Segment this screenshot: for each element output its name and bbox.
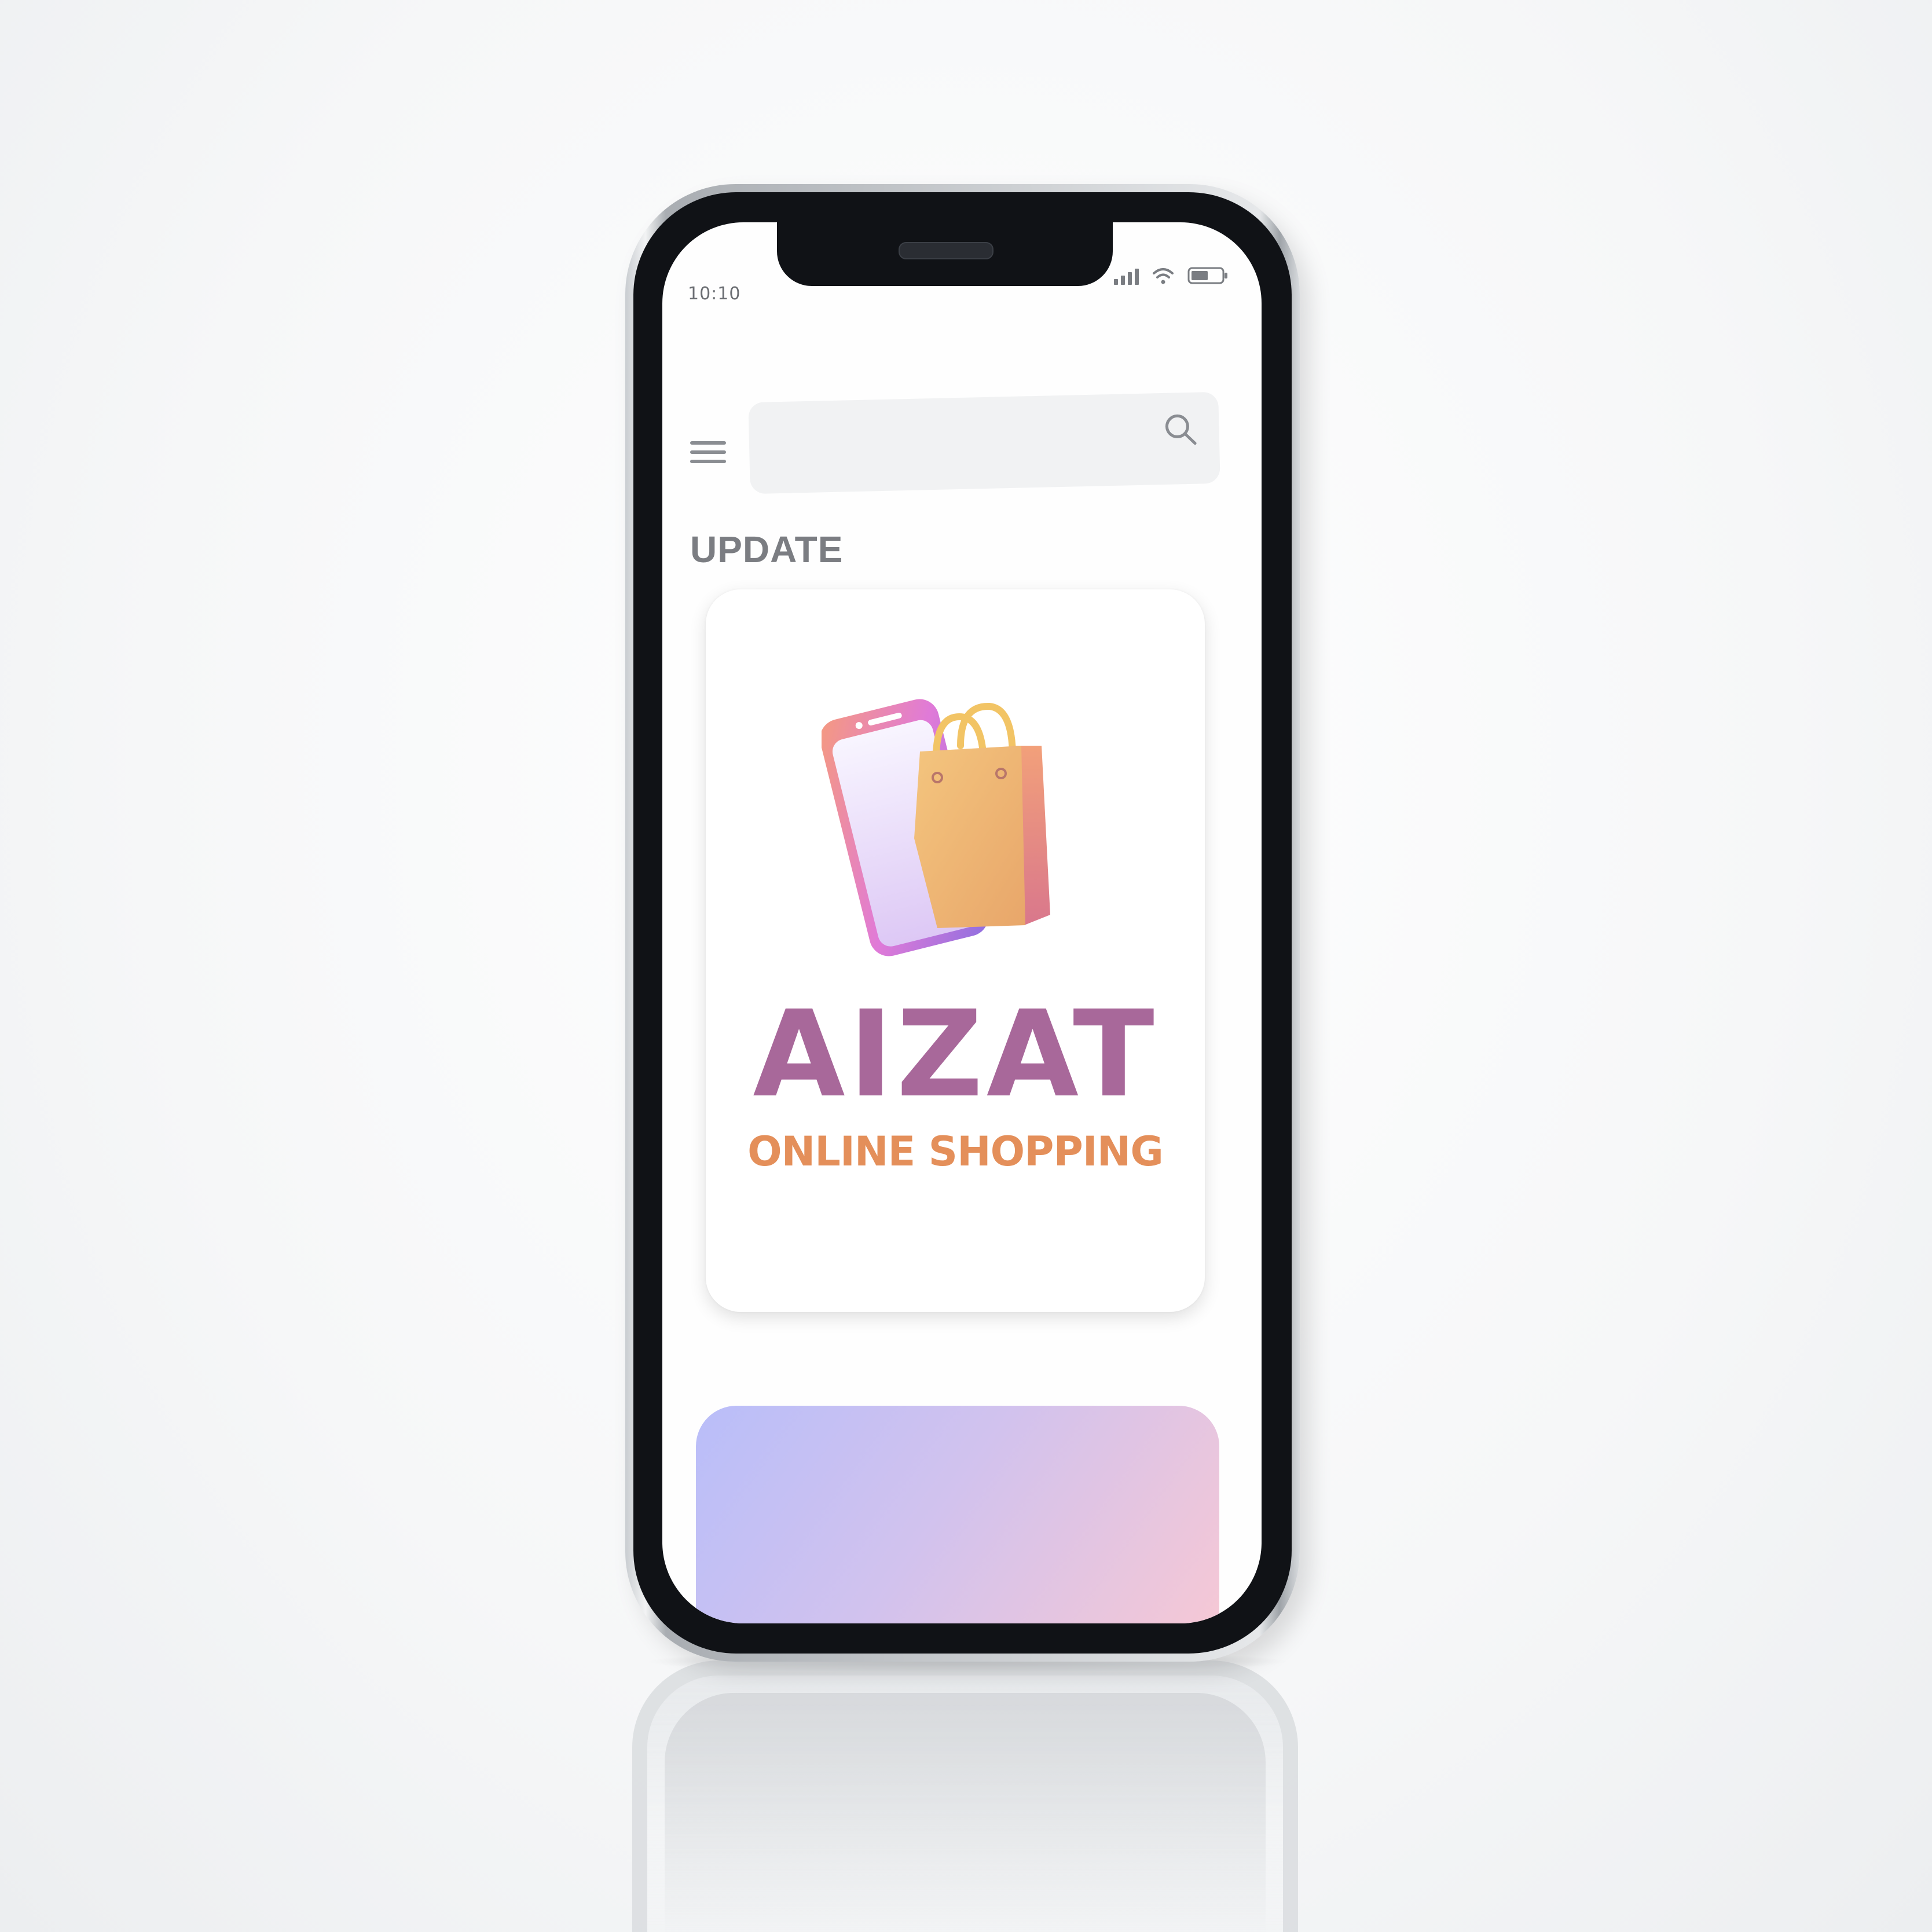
phone-reflection-screen (665, 1693, 1266, 1932)
search-input[interactable] (748, 391, 1220, 494)
wifi-icon (1152, 267, 1175, 285)
battery-icon (1187, 266, 1229, 285)
phone-bezel: 10:10 UPDATE AIZAT ONLINE SHOPPING (633, 192, 1292, 1654)
phone-device: 10:10 UPDATE AIZAT ONLINE SHOPPING (625, 184, 1300, 1662)
section-title: UPDATE (690, 529, 844, 570)
status-time: 10:10 (688, 284, 741, 304)
gradient-card[interactable] (696, 1406, 1219, 1623)
search-icon[interactable] (1162, 411, 1200, 451)
earpiece-speaker (899, 242, 994, 259)
notch (777, 222, 1113, 286)
hamburger-menu-icon[interactable] (690, 441, 726, 465)
phone-reflection (632, 1660, 1298, 1932)
phone-screen: 10:10 UPDATE AIZAT ONLINE SHOPPING (662, 222, 1262, 1623)
brand-name: AIZAT (753, 985, 1158, 1124)
status-icons (1114, 266, 1229, 285)
promo-card[interactable]: AIZAT ONLINE SHOPPING (706, 589, 1205, 1312)
brand-tagline: ONLINE SHOPPING (747, 1128, 1164, 1175)
signal-icon (1114, 267, 1139, 285)
phone-shopping-bag-icon (820, 694, 1065, 972)
